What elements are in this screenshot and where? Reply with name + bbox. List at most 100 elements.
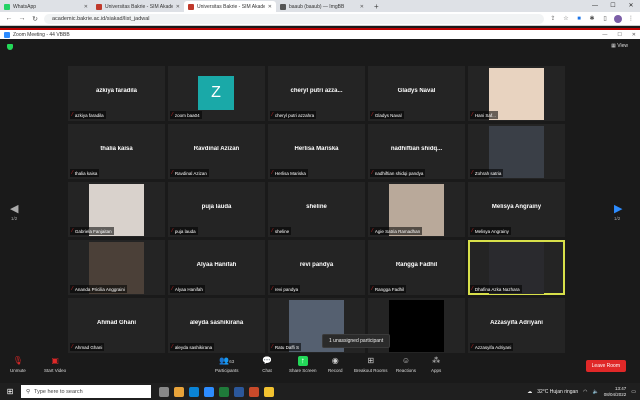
participant-tile[interactable]: aleyda sashikirana ⁄ aleyda sashikirana — [168, 298, 265, 353]
apps-button[interactable]: ⁂ Apps — [431, 356, 441, 373]
participant-name: Agie Satria Ramadhan — [374, 228, 421, 234]
share-screen-button[interactable]: ↑ Share Screen — [289, 356, 317, 373]
participant-tile[interactable]: sheline ⁄ sheline — [268, 182, 365, 237]
participant-name-tag: ⁄ cheryl putri azzahra — [270, 111, 317, 119]
extension-icon[interactable]: ■ — [575, 16, 583, 22]
leave-room-button[interactable]: Leave Room — [585, 360, 626, 372]
tab-favicon-icon — [188, 3, 194, 10]
reactions-button[interactable]: ☺ Reactions — [396, 356, 416, 373]
participant-tile[interactable]: cheryl putri azza... ⁄ cheryl putri azzahr… — [268, 66, 365, 121]
participant-tile[interactable]: Rangga Fadhil ⁄ Rangga Fadhil — [368, 240, 465, 295]
forward-icon[interactable]: → — [18, 15, 26, 22]
word-icon[interactable] — [234, 386, 244, 397]
participant-tile[interactable]: revi pandya ⁄ revi pandya — [268, 240, 365, 295]
tab-favicon-icon — [96, 3, 102, 10]
puzzle-icon[interactable]: ✱ — [588, 15, 596, 22]
browser-tab[interactable]: baaub (baaub) — ImgBB ✕ — [276, 1, 368, 12]
participant-name-tag: ⁄ nadhiftian shidqi pandya — [370, 169, 426, 177]
participant-tile[interactable]: Ravdinal Azizan ⁄ Ravdinal Azizan — [168, 124, 265, 179]
back-icon[interactable]: ← — [5, 15, 13, 22]
participant-tile[interactable]: Z ⁄ zoom baa04 — [168, 66, 265, 121]
start-video-button[interactable]: ▣ Start Video — [44, 356, 66, 373]
windows-start-icon[interactable]: ⊞ — [3, 387, 17, 396]
participant-tile[interactable]: Melisya Angrainy ⁄ Melisya Angrainy — [468, 182, 565, 237]
participant-tile[interactable]: Herlisa Mariska ⁄ Herlisa Mariska — [268, 124, 365, 179]
participant-tile[interactable]: ⁄ Gabriela Fanjaitan — [68, 182, 165, 237]
participant-display-name: Herlisa Mariska — [294, 146, 339, 152]
notifications-icon[interactable]: ▭ — [631, 389, 636, 395]
unmute-label: Unmute — [10, 368, 26, 373]
participant-tile[interactable]: Gladys Naval ⁄ Gladys Naval — [368, 66, 465, 121]
browser-tab[interactable]: Universitas Bakrie - SIM Akadem...✕ — [184, 1, 276, 12]
participant-display-name: cheryl putri azza... — [290, 88, 343, 94]
zoom-app-icon[interactable] — [204, 386, 214, 397]
participant-name-tag: ⁄ Hani Saf... — [470, 111, 498, 119]
breakout-rooms-button[interactable]: ⊞ Breakout Rooms — [354, 356, 388, 373]
participant-tile[interactable]: ⁄ Agie Satria Ramadhan — [368, 182, 465, 237]
menu-dots-icon[interactable]: ⋮ — [627, 15, 635, 22]
chat-button[interactable]: 💬 Chat — [262, 356, 272, 373]
participant-tile[interactable]: ⁄ Zohrah satria — [468, 124, 565, 179]
zoom-minimize-icon[interactable]: — — [602, 32, 607, 38]
participant-tile[interactable]: nadhiftian shidq... ⁄ nadhiftian shidqi pa… — [368, 124, 465, 179]
muted-mic-icon: ⁄ — [172, 112, 173, 118]
participant-tile[interactable]: ⁄ Ananda Pricilia Anggraini — [68, 240, 165, 295]
volume-icon[interactable]: 🔈 — [593, 389, 599, 395]
muted-mic-icon: 🎙 — [12, 356, 23, 365]
maximize-icon[interactable]: ☐ — [604, 0, 622, 12]
participant-display-name: Melisya Angrainy — [491, 204, 542, 210]
unmute-button[interactable]: 🎙 Unmute — [10, 356, 26, 373]
minimize-icon[interactable]: — — [586, 0, 604, 12]
network-icon[interactable]: ◠ — [583, 389, 587, 395]
participant-tile[interactable]: Ahmad Ghani ⁄ Ahmad Ghani — [68, 298, 165, 353]
tab-title: baaub (baaub) — ImgBB — [289, 3, 345, 10]
participant-tile[interactable]: ⁄ Dhafina Azka Nazhara — [468, 240, 565, 295]
edge-icon[interactable] — [189, 386, 199, 397]
participant-name: azkiya faradila — [74, 112, 104, 118]
security-shield-icon[interactable] — [7, 44, 13, 50]
new-tab-button[interactable]: + — [368, 1, 385, 12]
clock-date: 08/04/2022 — [603, 391, 627, 397]
next-page-icon[interactable]: ▶ — [614, 202, 622, 215]
participant-name-tag: ⁄ Gladys Naval — [370, 111, 404, 119]
url-field[interactable]: academic.bakrie.ac.id/siakad/list_jadwal — [44, 13, 544, 24]
view-button[interactable]: ▦ View — [611, 43, 628, 49]
participant-tile[interactable]: Alyaa Hanifah ⁄ Alyaa Hanifah — [168, 240, 265, 295]
participant-name-tag: ⁄ Ratu Daffi S — [270, 343, 302, 351]
tab-close-icon[interactable]: ✕ — [360, 4, 364, 10]
participant-tile[interactable]: thalia kaisa ⁄ thalia kaisa — [68, 124, 165, 179]
record-button[interactable]: ◉ Record — [328, 356, 343, 373]
tab-close-icon[interactable]: ✕ — [84, 4, 88, 10]
previous-page-icon[interactable]: ◀ — [10, 202, 18, 215]
close-icon[interactable]: ✕ — [622, 0, 640, 12]
excel-icon[interactable] — [219, 386, 229, 397]
chat-icon: 💬 — [262, 356, 272, 365]
powerpoint-icon[interactable] — [249, 386, 259, 397]
muted-mic-icon: ⁄ — [472, 344, 473, 350]
share-icon[interactable]: ⇪ — [549, 15, 557, 22]
participant-name: Herlisa Mariska — [274, 170, 306, 176]
bookmark-star-icon[interactable]: ☆ — [562, 15, 570, 22]
zoom-close-icon[interactable]: ✕ — [632, 32, 636, 38]
zoom-maximize-icon[interactable]: ☐ — [617, 32, 621, 38]
clock[interactable]: 13:47 08/04/2022 — [604, 386, 627, 398]
tab-close-icon[interactable]: ✕ — [268, 4, 272, 10]
taskbar-search[interactable]: ⚲ Type here to search — [21, 385, 151, 398]
reload-icon[interactable]: ↻ — [31, 15, 39, 23]
browser-tab[interactable]: WhatsApp ✕ — [0, 1, 92, 12]
participant-tile[interactable]: azkiya faradila ⁄ azkiya faradila — [68, 66, 165, 121]
participant-tile[interactable]: Azzasyifa Adriyani ⁄ Azzasyifa Adriyani — [468, 298, 565, 353]
sidebar-icon[interactable]: ▯ — [601, 15, 609, 22]
browser-tab[interactable]: Universitas Bakrie - SIM Akadem...✕ — [92, 1, 184, 12]
profile-avatar[interactable] — [614, 14, 622, 23]
participant-name-tag: ⁄ Melisya Angrainy — [470, 227, 511, 235]
weather-text: 32°C Hujan ringan — [537, 388, 579, 395]
tab-close-icon[interactable]: ✕ — [176, 4, 180, 10]
participant-tile[interactable]: puja lauda ⁄ puja lauda — [168, 182, 265, 237]
file-explorer-icon[interactable] — [174, 386, 184, 397]
chrome-icon[interactable] — [264, 386, 274, 397]
task-view-icon[interactable] — [159, 386, 169, 397]
participant-tile[interactable]: ⁄ Hani Saf... — [468, 66, 565, 121]
system-tray: ☁ 32°C Hujan ringan ◠ 🔈 13:47 08/04/2022… — [527, 386, 640, 398]
participants-button[interactable]: 👥63 Participants — [215, 356, 239, 373]
